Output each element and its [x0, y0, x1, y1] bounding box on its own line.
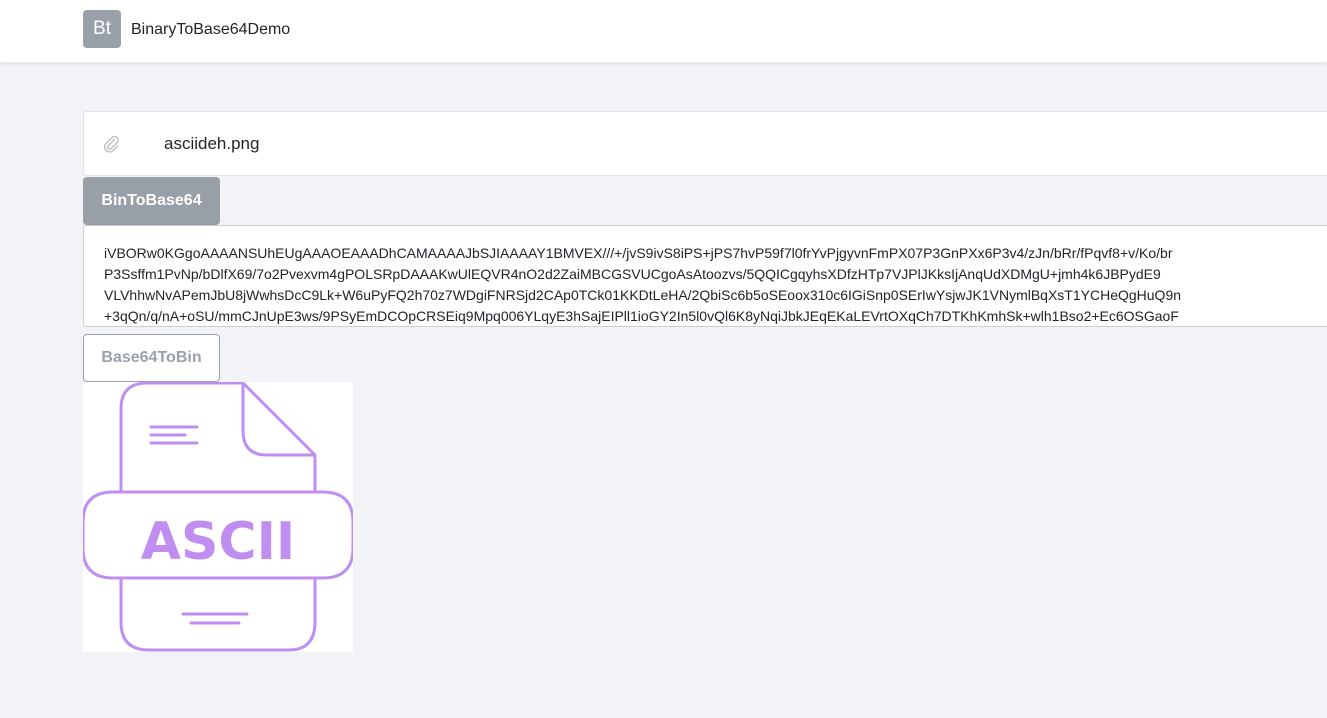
decoded-image-preview: ASCII	[81, 381, 355, 652]
brand-logo[interactable]: Bt	[83, 10, 121, 48]
app-title[interactable]: BinaryToBase64Demo	[131, 19, 290, 41]
navbar: Bt BinaryToBase64Demo	[0, 0, 1327, 63]
file-name: asciideh.png	[164, 134, 260, 153]
ascii-label: ASCII	[141, 512, 296, 572]
file-input[interactable]: asciideh.png	[83, 111, 1327, 176]
base64-to-bin-button[interactable]: Base64ToBin	[83, 334, 220, 382]
bin-to-base64-button[interactable]: BinToBase64	[83, 177, 220, 225]
ascii-file-icon: ASCII	[81, 381, 355, 652]
base64-line: iVBORw0KGgoAAAANSUhEUgAAAOEAAADhCAMAAAAJ…	[104, 245, 1173, 261]
base64-output-textarea[interactable]: iVBORw0KGgoAAAANSUhEUgAAAOEAAADhCAMAAAAJ…	[83, 225, 1327, 327]
base64-line: P3Ssffm1PvNp/bDlfX69/7o2Pvexvm4gPOLSRpDA…	[104, 266, 1161, 282]
base64-line: VLVhhwNvAPemJbU8jWwhsDcC9Lk+W6uPyFQ2h70z…	[104, 287, 1182, 303]
paperclip-icon	[103, 135, 119, 153]
base64-line: +3qQn/q/nA+oSU/mmCJnUpE3ws/9PSyEmDCOpCRS…	[104, 308, 1179, 324]
